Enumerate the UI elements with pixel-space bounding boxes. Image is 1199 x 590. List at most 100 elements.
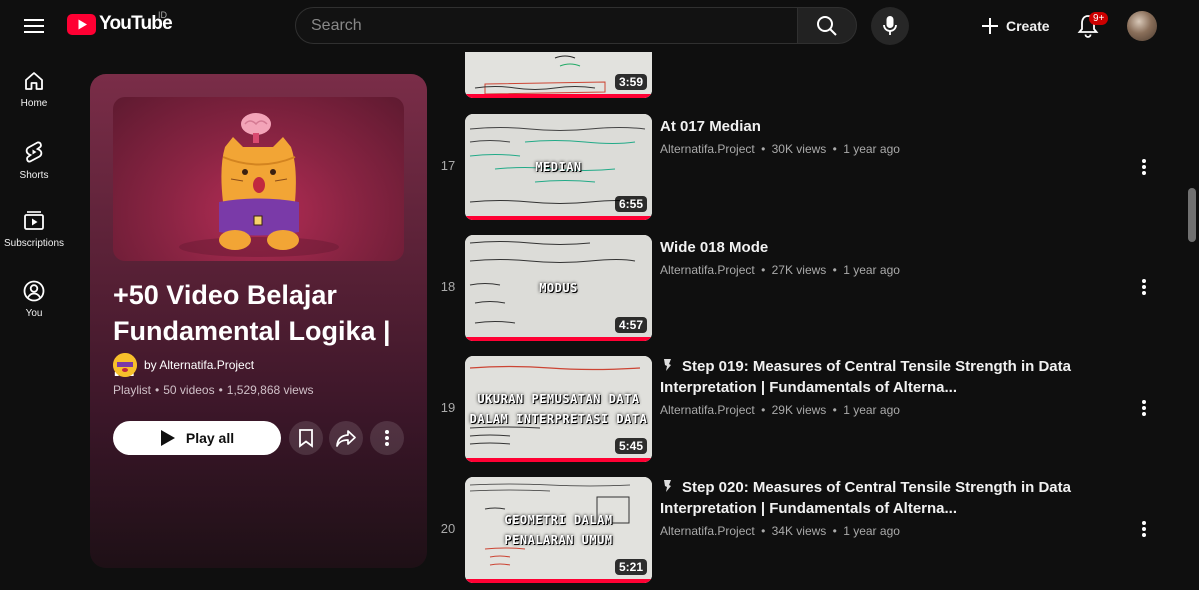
more-vertical-icon: [1142, 400, 1146, 416]
owner-avatar[interactable]: [113, 353, 137, 377]
home-icon: [25, 72, 43, 90]
shorts-icon: [25, 141, 43, 163]
sidebar-item-home[interactable]: Home: [0, 56, 68, 126]
channel-name[interactable]: Alternatifa.Project: [660, 524, 755, 538]
plus-icon: [982, 18, 998, 34]
more-vertical-icon: [385, 430, 389, 446]
sidebar-item-label: Shorts: [19, 170, 49, 181]
playlist-owner[interactable]: by Alternatifa.Project: [113, 353, 254, 377]
video-title[interactable]: Step 019: Measures of Central Tensile St…: [660, 356, 1080, 398]
sidebar-item-subscriptions[interactable]: Subscriptions: [0, 196, 68, 266]
video-metadata: Alternatifa.Project • 30K views • 1 year…: [660, 142, 1080, 156]
play-all-button[interactable]: Play all: [113, 421, 281, 455]
playlist-video-list: 3:59 17 MEDIAN 6:55 At 017 Median Altern…: [430, 0, 1180, 590]
video-metadata: Alternatifa.Project • 34K views • 1 year…: [660, 524, 1080, 538]
video-thumbnail[interactable]: GEOMETRI DALAM PENALARAN UMUM 5:21: [465, 477, 652, 583]
sidebar-item-you[interactable]: You: [0, 266, 68, 336]
playlist-type: Playlist: [113, 383, 152, 397]
you-icon: [23, 280, 45, 302]
video-title[interactable]: At 017 Median: [660, 116, 1080, 137]
meta-separator: •: [761, 524, 766, 538]
meta-separator: •: [155, 383, 160, 397]
upload-age: 1 year ago: [843, 524, 900, 538]
playlist-views: 1,529,868 views: [226, 383, 314, 397]
video-title-text: Step 019: Measures of Central Tensile St…: [660, 358, 1071, 396]
meta-separator: •: [832, 263, 837, 277]
channel-name[interactable]: Alternatifa.Project: [660, 403, 755, 417]
search-icon: [817, 15, 837, 36]
video-info: At 017 Median Alternatifa.Project • 30K …: [660, 116, 1080, 156]
video-info: Wide 018 Mode Alternatifa.Project • 27K …: [660, 237, 1080, 277]
youtube-logo[interactable]: YouTube: [67, 13, 173, 35]
cat-mascot-illustration: [179, 113, 339, 257]
view-count: 29K views: [771, 403, 827, 417]
overlay-line: UKURAN PEMUSATAN DATA: [477, 392, 640, 406]
video-index: 19: [440, 400, 456, 415]
video-duration: 5:21: [614, 559, 647, 575]
meta-separator: •: [761, 403, 766, 417]
upload-age: 1 year ago: [843, 403, 900, 417]
overlay-line: MODUS: [539, 281, 578, 295]
create-label: Create: [1006, 18, 1050, 34]
list-item[interactable]: 18 MODUS 4:57 Wide 018 Mode Alternatifa.…: [430, 235, 1170, 345]
mini-guide: Home Shorts Subscriptions You: [0, 56, 68, 336]
video-info: Step 020: Measures of Central Tensile St…: [660, 477, 1080, 538]
more-vertical-icon: [1142, 279, 1146, 295]
menu-button[interactable]: [14, 6, 54, 46]
video-menu-button[interactable]: [1132, 275, 1156, 299]
list-item[interactable]: 17 MEDIAN 6:55 At 017 Median Alternatifa…: [430, 114, 1170, 224]
watch-progress-bar: [465, 216, 652, 220]
upload-age: 1 year ago: [843, 142, 900, 156]
more-vertical-icon: [1142, 521, 1146, 537]
meta-separator: •: [832, 524, 837, 538]
more-actions-button[interactable]: [370, 421, 404, 455]
video-title[interactable]: Wide 018 Mode: [660, 237, 1080, 258]
channel-name[interactable]: Alternatifa.Project: [660, 263, 755, 277]
watch-progress-bar: [465, 458, 652, 462]
meta-separator: •: [218, 383, 223, 397]
sidebar-item-label: Subscriptions: [3, 238, 65, 249]
play-all-label: Play all: [185, 430, 235, 446]
voice-search-button[interactable]: [871, 7, 909, 45]
video-thumbnail[interactable]: MEDIAN 6:55: [465, 114, 652, 220]
channel-name[interactable]: Alternatifa.Project: [660, 142, 755, 156]
view-count: 27K views: [771, 263, 827, 277]
share-icon: [336, 430, 356, 447]
hamburger-icon: [24, 19, 44, 33]
meta-separator: •: [832, 142, 837, 156]
page-scrollbar[interactable]: [1185, 52, 1199, 590]
create-button[interactable]: Create: [972, 8, 1062, 44]
account-avatar[interactable]: [1127, 11, 1157, 41]
sidebar-item-shorts[interactable]: Shorts: [0, 126, 68, 196]
video-metadata: Alternatifa.Project • 29K views • 1 year…: [660, 403, 1080, 417]
share-button[interactable]: [329, 421, 363, 455]
watch-progress-bar: [465, 337, 652, 341]
video-menu-button[interactable]: [1132, 396, 1156, 420]
video-thumbnail[interactable]: MODUS 4:57: [465, 235, 652, 341]
scrollbar-thumb[interactable]: [1188, 188, 1196, 242]
save-playlist-button[interactable]: [289, 421, 323, 455]
playlist-header-panel: +50 Video Belajar Fundamental Logika | .…: [90, 74, 427, 568]
search-input[interactable]: [311, 16, 797, 35]
playlist-meta: Playlist • 50 videos • 1,529,868 views: [113, 383, 314, 397]
list-item[interactable]: 20 GEOMETRI DALAM PENALARAN UMUM 5:21 St…: [430, 477, 1170, 587]
video-duration: 5:45: [614, 438, 647, 454]
top-bar: YouTube ID Create 9+: [0, 0, 1199, 52]
overlay-line: DALAM INTERPRETASI DATA: [469, 412, 648, 426]
sidebar-item-label: Home: [20, 98, 48, 109]
bookmark-icon: [299, 429, 313, 448]
video-title[interactable]: Step 020: Measures of Central Tensile St…: [660, 477, 1080, 519]
video-menu-button[interactable]: [1132, 517, 1156, 541]
watch-progress-bar: [465, 94, 652, 98]
youtube-play-logo-icon: [67, 13, 96, 35]
video-thumbnail[interactable]: UKURAN PEMUSATAN DATA DALAM INTERPRETASI…: [465, 356, 652, 462]
video-menu-button[interactable]: [1132, 155, 1156, 179]
upload-age: 1 year ago: [843, 263, 900, 277]
notifications-button[interactable]: 9+: [1068, 6, 1109, 46]
playlist-thumbnail[interactable]: [113, 97, 404, 261]
list-item[interactable]: 19 UKURAN PEMUSATAN DATA DALAM INTERPRET…: [430, 356, 1170, 466]
owner-name[interactable]: by Alternatifa.Project: [144, 358, 254, 372]
watch-progress-bar: [465, 579, 652, 583]
channel-avatar-icon: [113, 353, 137, 377]
search-button[interactable]: [797, 7, 857, 44]
